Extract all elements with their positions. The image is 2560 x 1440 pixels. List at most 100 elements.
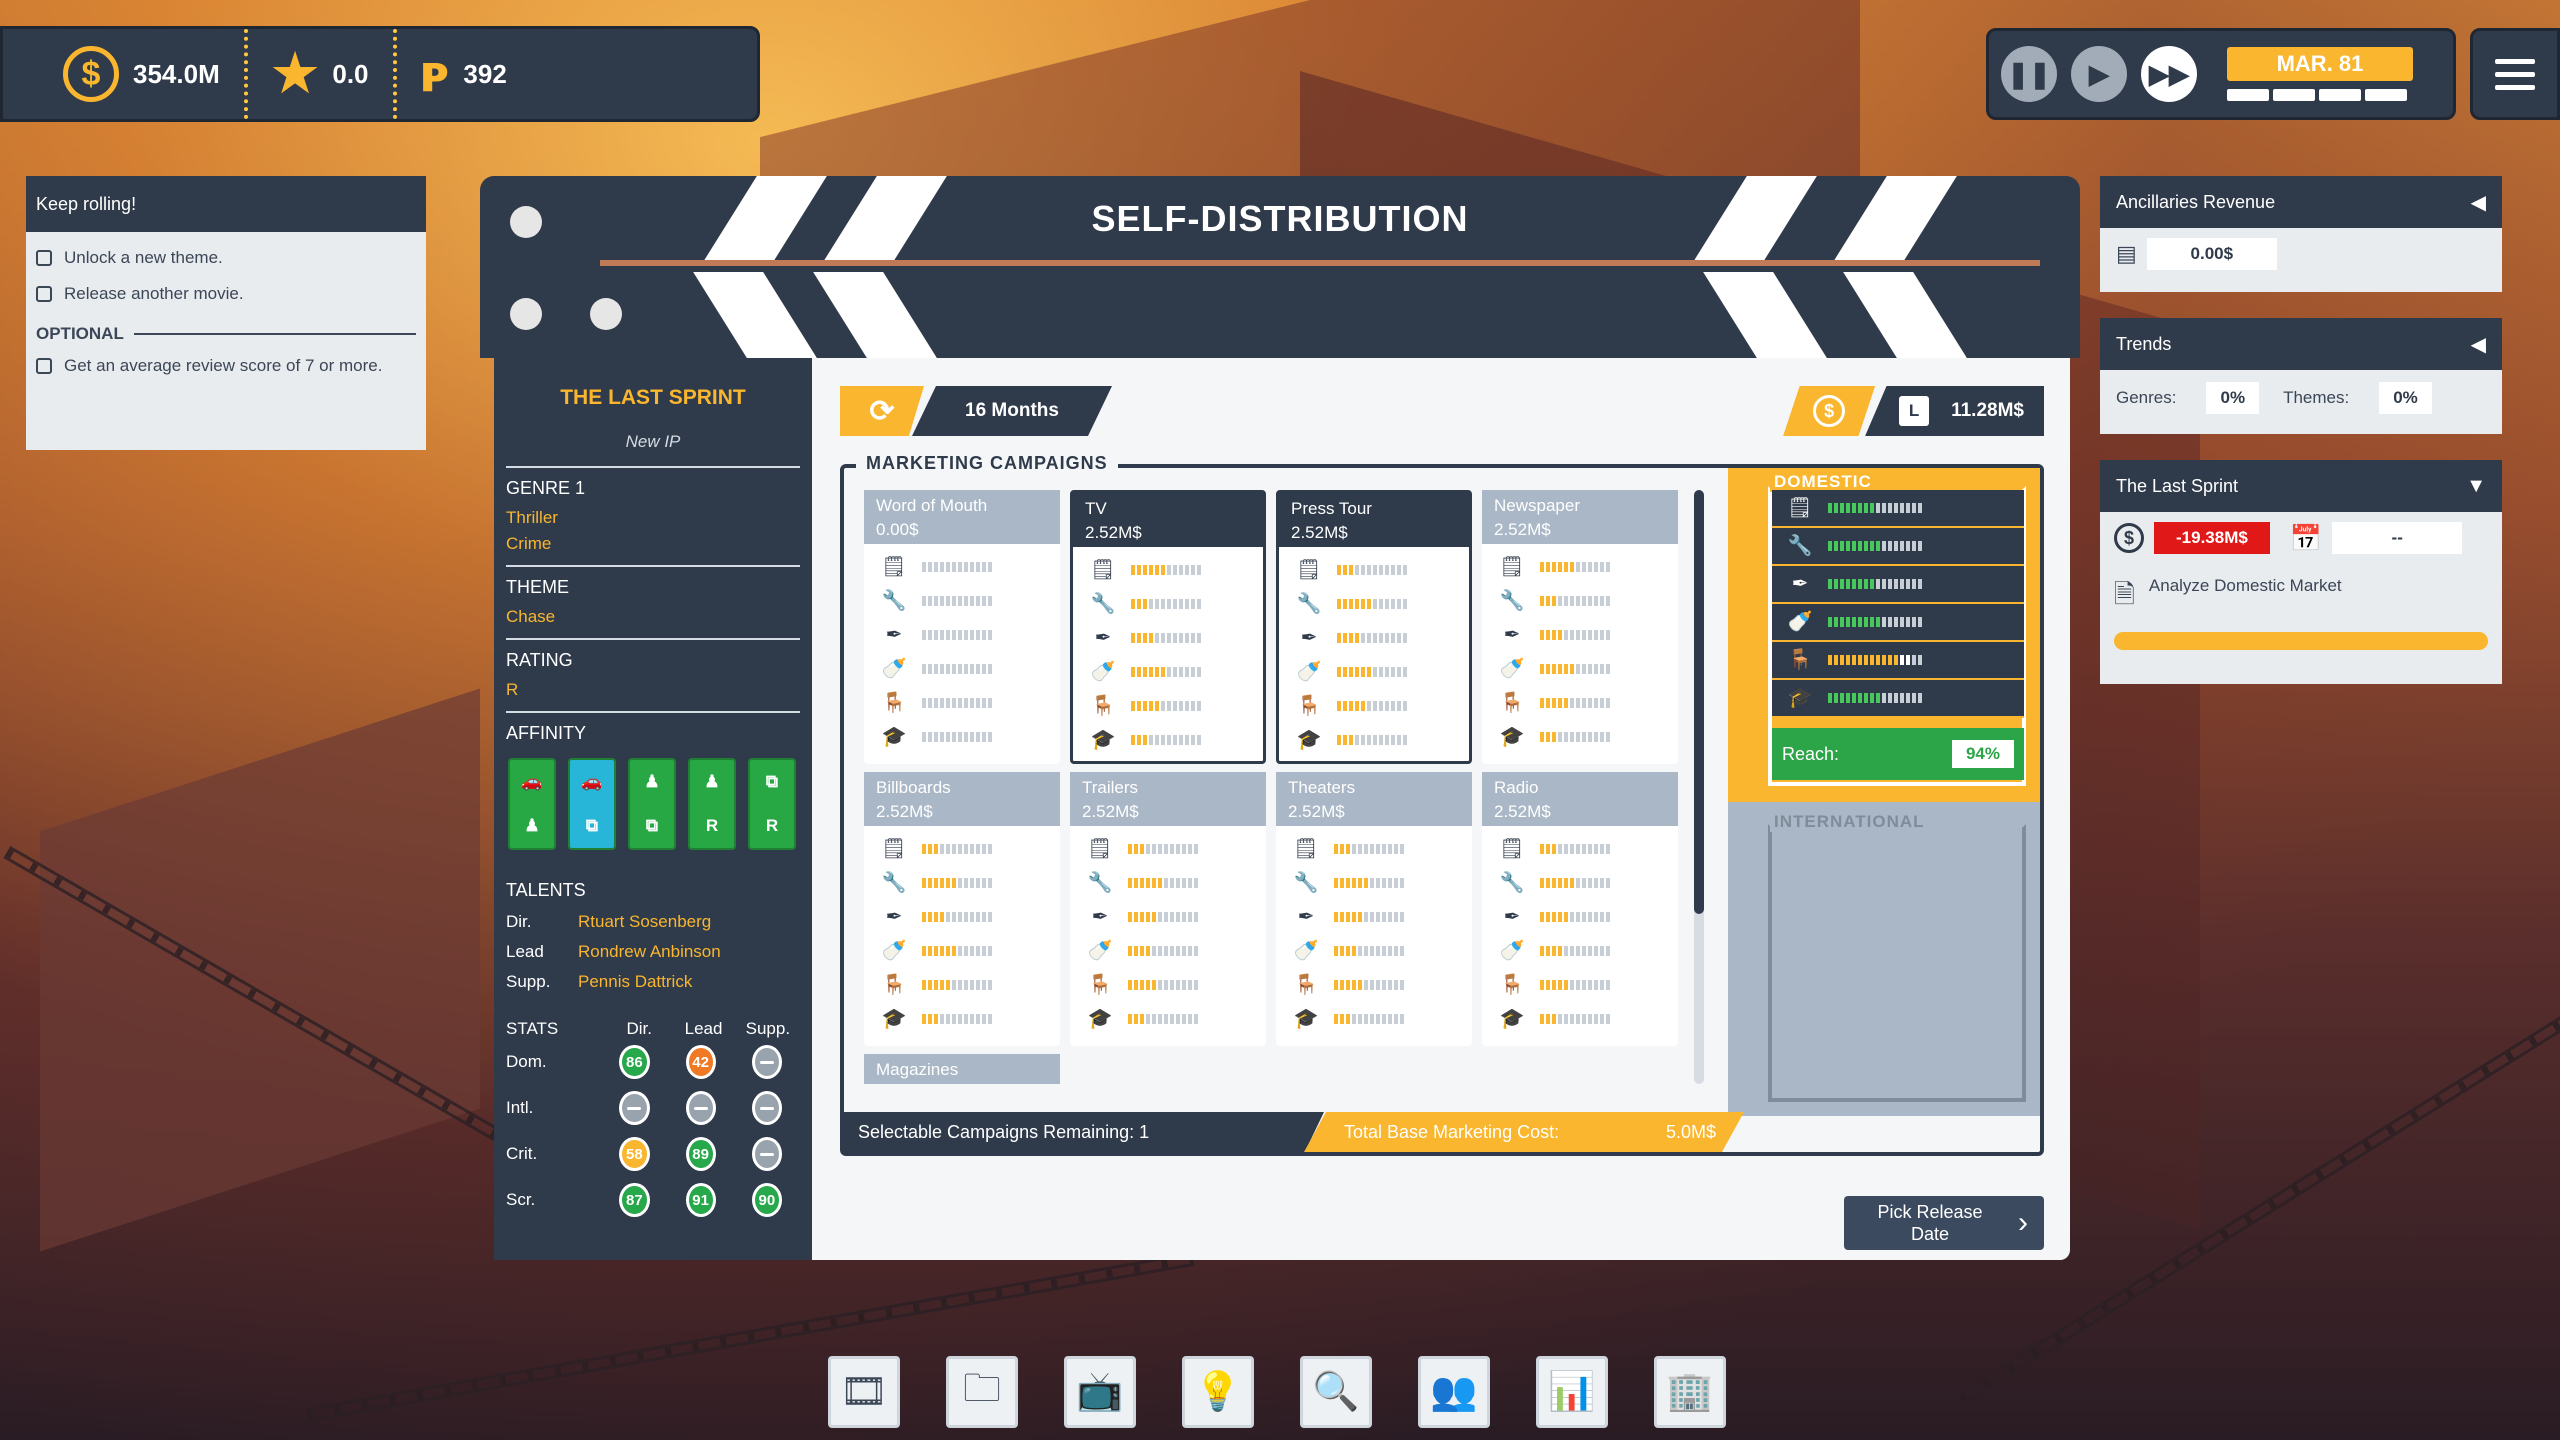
building-icon[interactable]: 🏢	[1654, 1356, 1726, 1428]
effect-meter	[922, 698, 992, 708]
star-icon: ★	[271, 45, 319, 103]
campaign-card[interactable]: TV 2.52M$ 🗒 🔧 ✒ 🍼 🪑 🎓	[1070, 490, 1266, 764]
stat-circle: 58	[619, 1137, 650, 1171]
domestic-audience-row: ✒	[1772, 566, 2024, 604]
fans-icon: ᴘ	[420, 44, 450, 104]
pick-release-date-button[interactable]: Pick Release Date ›	[1844, 1196, 2044, 1250]
magnifier-icon[interactable]: 🔍	[1300, 1356, 1372, 1428]
calendar-icon: 📅	[2289, 522, 2323, 553]
audience-icon: 🗒	[881, 838, 907, 860]
date-display: MAR. 81	[2227, 47, 2413, 81]
effect-meter	[922, 912, 992, 922]
campaign-cost: 2.52M$	[1085, 523, 1142, 542]
checkbox	[36, 358, 52, 374]
lead-name: Rondrew Anbinson	[578, 942, 721, 961]
reach-value: 94%	[1951, 740, 2014, 768]
play-button[interactable]: ▶	[2071, 46, 2127, 102]
total-cost: Total Base Marketing Cost: 5.0M$	[1304, 1112, 1744, 1152]
effect-meter	[1337, 565, 1407, 575]
effect-meter	[1540, 664, 1610, 674]
objectives-panel: Keep rolling! Unlock a new theme. Releas…	[26, 176, 426, 450]
campaign-name: Trailers	[1082, 778, 1139, 797]
lightbulb-icon[interactable]: 💡	[1182, 1356, 1254, 1428]
campaign-card[interactable]: Press Tour 2.52M$ 🗒 🔧 ✒ 🍼 🪑 🎓	[1276, 490, 1472, 764]
campaign-name: Theaters	[1288, 778, 1356, 797]
budget-display: $ L 11.28M$	[1783, 386, 2044, 436]
audience-icon: 🗒	[1296, 559, 1322, 581]
director-name: Rtuart Sosenberg	[578, 912, 712, 931]
campaign-card[interactable]: Radio 2.52M$ 🗒 🔧 ✒ 🍼 🪑 🎓	[1482, 772, 1678, 1046]
genre-section: GENRE 1 Thriller Crime	[506, 468, 800, 567]
stat-circle: 91	[685, 1183, 716, 1217]
campaign-scrollbar[interactable]	[1694, 490, 1704, 1084]
collapse-icon[interactable]: ◀	[2471, 332, 2486, 357]
campaign-card[interactable]: Newspaper 2.52M$ 🗒 🔧 ✒ 🍼 🪑 🎓	[1482, 490, 1678, 764]
audience-icon: ✒	[1297, 906, 1315, 928]
effect-meter	[1540, 912, 1610, 922]
film-info-panel: THE LAST SPRINT New IP GENRE 1 Thriller …	[494, 358, 812, 1260]
campaign-name: Billboards	[876, 778, 951, 797]
effect-meter	[922, 630, 992, 640]
stat-circle: 89	[685, 1137, 716, 1171]
audience-icon: 🪑	[1087, 974, 1113, 996]
domestic-title: DOMESTIC	[1770, 472, 1876, 492]
objective-item: Get an average review score of 7 or more…	[26, 344, 426, 376]
dropdown-icon[interactable]: ▼	[2466, 475, 2486, 498]
tv-icon[interactable]: 📺	[1064, 1356, 1136, 1428]
effect-meter	[1337, 667, 1407, 677]
campaign-card[interactable]: Word of Mouth 0.00$ 🗒 🔧 ✒ 🍼 🪑 🎓	[864, 490, 1060, 764]
effect-meter	[1131, 565, 1201, 575]
pause-button[interactable]: ❚❚	[2001, 46, 2057, 102]
people-icon[interactable]: 👥	[1418, 1356, 1490, 1428]
campaign-card[interactable]: Billboards 2.52M$ 🗒 🔧 ✒ 🍼 🪑 🎓	[864, 772, 1060, 1046]
reach-meter	[1828, 617, 1922, 627]
audience-icon: 🍼	[881, 658, 907, 680]
chart-icon[interactable]: 📊	[1536, 1356, 1608, 1428]
task-label: Analyze Domestic Market	[2148, 576, 2342, 595]
folder-icon[interactable]: 🗀	[946, 1356, 1018, 1428]
effect-meter	[922, 732, 992, 742]
effect-meter	[1334, 946, 1404, 956]
document-icon: 🗎	[2114, 579, 2135, 609]
audience-icon: 🪑	[1787, 649, 1813, 671]
audience-icon: 🍼	[1090, 661, 1116, 683]
audience-icon: 🔧	[1087, 872, 1113, 894]
campaign-card[interactable]: Magazines2.52M$🗒🔧✒🍼🪑🎓	[864, 1054, 1060, 1084]
campaign-grid: Word of Mouth 0.00$ 🗒 🔧 ✒ 🍼 🪑 🎓 TV 2.52M$ 🗒 🔧 ✒ 🍼 🪑 🎓 Pr…	[864, 490, 1684, 1084]
campaign-card[interactable]: Theaters 2.52M$ 🗒 🔧 ✒ 🍼 🪑 🎓	[1276, 772, 1472, 1046]
duration-value: 16 Months	[912, 386, 1112, 436]
audience-icon: 🗒	[1087, 838, 1113, 860]
film-icon[interactable]: 🎞	[828, 1356, 900, 1428]
budget-size-badge: L	[1899, 396, 1930, 426]
effect-meter	[922, 844, 992, 854]
self-distribution-window: SELF-DISTRIBUTION THE LAST SPRINT New IP…	[480, 176, 2080, 1260]
audience-icon: 🗒	[1293, 838, 1319, 860]
remaining-campaigns: Selectable Campaigns Remaining: 1	[844, 1112, 1324, 1152]
objective-item: Unlock a new theme.	[26, 232, 426, 268]
audience-icon: ✒	[1300, 627, 1318, 649]
trends-title: Trends	[2116, 333, 2172, 354]
affinity-car-icon: 🚗 ⧉	[568, 758, 616, 850]
audience-icon: 🔧	[881, 872, 907, 894]
marketing-campaigns-box: MARKETING CAMPAIGNS Word of Mouth 0.00$ 🗒 🔧…	[840, 453, 2044, 1156]
reach-display: Reach: 94%	[1772, 728, 2024, 780]
campaign-card[interactable]: Trailers 2.52M$ 🗒 🔧 ✒ 🍼 🪑 🎓	[1070, 772, 1266, 1046]
marketing-footer: Selectable Campaigns Remaining: 1 Total …	[844, 1112, 2040, 1152]
effect-meter	[1540, 1014, 1610, 1024]
cycle-icon: ⟳	[840, 386, 924, 436]
main-menu-button[interactable]	[2470, 28, 2560, 120]
checkbox	[36, 250, 52, 266]
campaign-cost: 2.52M$	[1494, 802, 1551, 821]
movie-status-panel: The Last Sprint ▼ $ -19.38M$ 📅 -- 🗎 Analy…	[2100, 460, 2502, 684]
distribution-content: ⟳ 16 Months $ L 11.28M$ MARKETING CAMPAIG…	[812, 358, 2070, 1260]
fast-forward-button[interactable]: ▶▶	[2141, 46, 2197, 102]
collapse-icon[interactable]: ◀	[2471, 190, 2486, 215]
money-icon: $	[2114, 523, 2144, 553]
reach-meter	[1828, 541, 1922, 551]
effect-meter	[1128, 844, 1198, 854]
effect-meter	[1540, 562, 1610, 572]
effect-meter	[1128, 980, 1198, 990]
audience-icon: 🎓	[881, 1008, 907, 1030]
audience-icon: 🪑	[881, 692, 907, 714]
affinity-person-icon: ♟ ⧉	[628, 758, 676, 850]
